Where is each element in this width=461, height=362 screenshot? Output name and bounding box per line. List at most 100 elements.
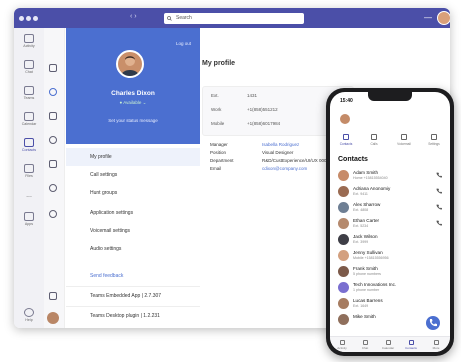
clock-icon[interactable] — [49, 136, 57, 144]
account-avatar[interactable] — [47, 312, 59, 324]
contact-avatar — [338, 170, 349, 181]
rail-item-contacts[interactable]: Contacts — [14, 134, 44, 160]
menu-item-voicemail-settings[interactable]: Voicemail settings — [66, 222, 200, 240]
phone-nav-contacts[interactable]: Contacts — [401, 340, 421, 350]
app-rail: Activity Chat Teams Calendar Contacts Fi… — [14, 28, 45, 328]
nav-arrows[interactable]: ‹ › — [130, 13, 137, 20]
profile-header-panel: Log out Charles Dixon ● Available ⌄ Set … — [66, 28, 200, 144]
calendar-icon — [24, 112, 34, 121]
call-icon[interactable] — [436, 204, 442, 210]
file-icon — [24, 164, 34, 173]
headset-icon[interactable] — [49, 88, 57, 96]
logout-link[interactable]: Log out — [176, 41, 191, 46]
grid-icon[interactable] — [49, 64, 57, 72]
presence-status[interactable]: ● Available ⌄ — [66, 100, 200, 106]
menu-item-call-settings[interactable]: Call settings — [66, 166, 200, 184]
bell-icon — [339, 340, 345, 345]
phone-bottom-nav: Activity Chat Calendar Contacts More — [330, 336, 450, 352]
call-icon[interactable] — [436, 172, 442, 178]
info-value-manager[interactable]: Isabella Rodriguez — [262, 142, 299, 147]
contact-row[interactable]: Jenny Sullivan Mobile +15815556956 — [330, 248, 450, 264]
rail-item-teams[interactable]: Teams — [14, 82, 44, 108]
rail-item-help[interactable]: Help — [14, 304, 44, 328]
menu-item-hunt-groups[interactable]: Hunt groups — [66, 184, 200, 202]
phone-nav-calendar[interactable]: Calendar — [378, 340, 398, 350]
search-input[interactable]: Search — [164, 13, 304, 24]
info-value-email[interactable]: cdixon@company.com — [262, 166, 307, 171]
contact-row[interactable]: Tech Innovations Inc. 1 phone number — [330, 280, 450, 296]
contact-row[interactable]: Ethan Carter Ext. 5234 — [330, 216, 450, 232]
voicemail-icon[interactable] — [49, 160, 57, 168]
more-icon — [433, 340, 439, 345]
apps-icon — [24, 212, 34, 221]
send-feedback-link[interactable]: Send feedback — [90, 273, 123, 279]
help-icon — [24, 308, 34, 317]
rail-item-activity[interactable]: Activity — [14, 30, 44, 56]
contact-row[interactable]: Adam Smith Home +15815554040 — [330, 168, 450, 184]
status-message-link[interactable]: Set your status message — [66, 118, 200, 123]
contacts-icon — [408, 340, 414, 345]
phone-icon — [24, 138, 34, 147]
phone-screen: 15:40 Contacts Calls Voicemail Settings … — [330, 92, 450, 352]
rail-item-chat[interactable]: Chat — [14, 56, 44, 82]
window-dot-2[interactable] — [26, 16, 31, 21]
contact-row[interactable]: Lucas Barrens Ext. 1649 — [330, 296, 450, 312]
contact-row[interactable]: Frank Smith 5 phone numbers — [330, 264, 450, 280]
phone-notch — [368, 92, 412, 101]
profile-photo[interactable] — [116, 50, 144, 78]
rail-item-files[interactable]: Files — [14, 160, 44, 186]
phone-value-mobile[interactable]: +1(858)6017984 — [247, 121, 280, 126]
contact-avatar — [338, 298, 349, 309]
phone-value-work[interactable]: +1(858)551212 — [247, 107, 278, 112]
menu-item-application-settings[interactable]: Application settings — [66, 204, 200, 222]
teams-icon — [24, 86, 34, 95]
phone-value-ext[interactable]: 1431 — [247, 93, 257, 98]
contact-avatar — [338, 186, 349, 197]
phone-tab-settings[interactable]: Settings — [422, 134, 446, 146]
recording-icon[interactable] — [49, 184, 57, 192]
contact-avatar — [338, 266, 349, 277]
rail-item-apps[interactable]: Apps — [14, 208, 44, 234]
dialpad-icon[interactable] — [49, 112, 57, 120]
phone-tab-calls[interactable]: Calls — [362, 134, 386, 146]
contact-row[interactable]: Jack Wilson Ext. 3999 — [330, 232, 450, 248]
calendar-icon — [385, 340, 391, 345]
call-icon[interactable] — [436, 188, 442, 194]
bell-icon — [24, 34, 34, 43]
phone-clock: 15:40 — [340, 98, 353, 104]
window-dot-1[interactable] — [19, 16, 24, 21]
minimize-button[interactable]: — — [424, 13, 432, 22]
user-avatar[interactable] — [437, 11, 450, 25]
contact-avatar — [338, 234, 349, 245]
phone-forward-icon[interactable] — [49, 210, 57, 218]
phone-label-work: Work — [211, 107, 222, 112]
dialpad-fab-button[interactable] — [426, 316, 440, 330]
phone-label-ext: Ext. — [211, 93, 219, 98]
call-icon[interactable] — [436, 220, 442, 226]
phone-nav-chat[interactable]: Chat — [355, 340, 375, 350]
version-desktop-plugin: Teams Desktop plugin | 1.2.231 — [66, 306, 200, 324]
page-title: My profile — [202, 60, 236, 67]
search-placeholder: Search — [176, 15, 192, 21]
people-icon[interactable] — [49, 292, 57, 300]
info-value-position: Visual Designer — [262, 150, 294, 155]
phone-tab-voicemail[interactable]: Voicemail — [392, 134, 416, 146]
phone-tab-contacts[interactable]: Contacts — [334, 134, 358, 146]
voicemail-icon — [401, 134, 407, 140]
menu-item-audio-settings[interactable]: Audio settings — [66, 240, 200, 258]
phone-nav-more[interactable]: More — [426, 340, 446, 350]
title-bar: ‹ › Search — — [14, 8, 450, 28]
window-dot-3[interactable] — [33, 16, 38, 21]
contact-avatar — [338, 218, 349, 229]
contact-row[interactable]: Adriana Anonomiy Ext. 9411 — [330, 184, 450, 200]
phone-nav-activity[interactable]: Activity — [332, 340, 352, 350]
mobile-phone: 15:40 Contacts Calls Voicemail Settings … — [326, 88, 454, 356]
menu-item-my-profile[interactable]: My profile — [66, 148, 200, 166]
gear-icon — [431, 134, 437, 140]
phone-user-avatar[interactable] — [340, 114, 350, 124]
rail-item-calendar[interactable]: Calendar — [14, 108, 44, 134]
info-label-position: Position — [210, 150, 227, 155]
person-icon — [343, 134, 349, 140]
contact-row[interactable]: Alex Sharrow Ext. 4808 — [330, 200, 450, 216]
profile-photo-graphic — [121, 56, 139, 76]
